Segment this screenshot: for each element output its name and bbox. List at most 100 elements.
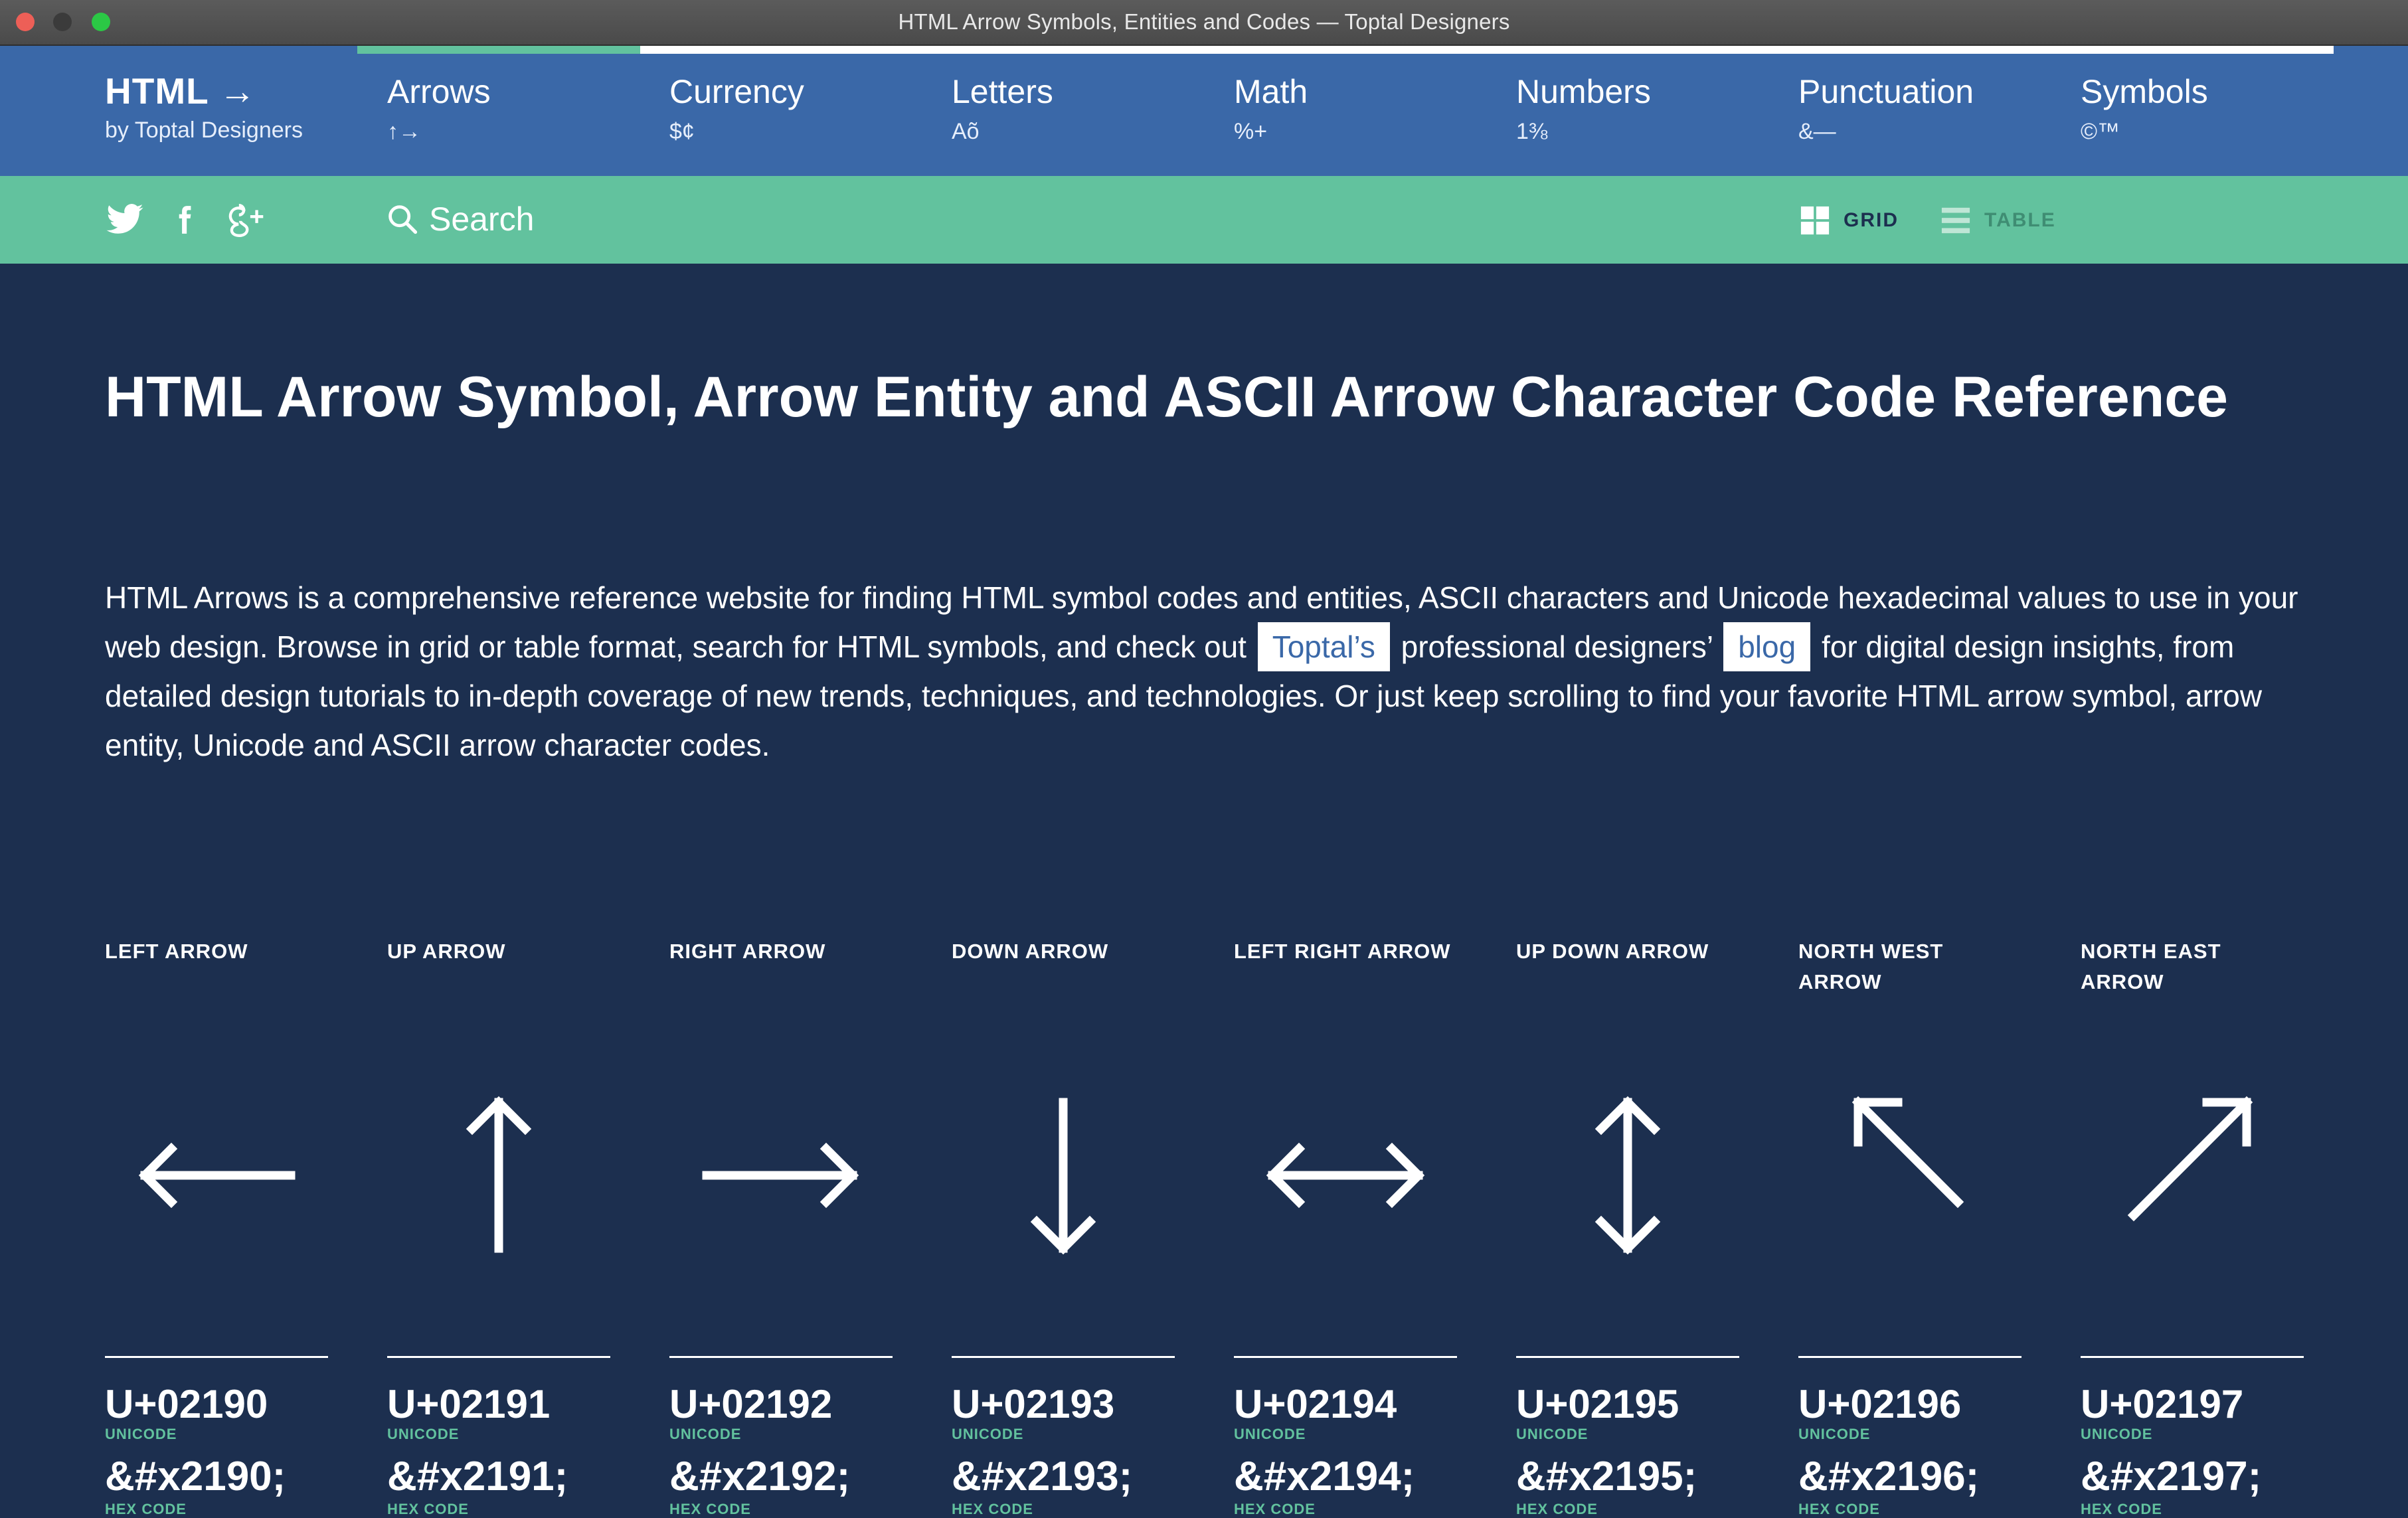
hex-code-value[interactable]: &#x2190; — [105, 1453, 286, 1500]
nav-item-label: Letters — [952, 73, 1053, 110]
unicode-value[interactable]: U+02197 — [2081, 1381, 2243, 1427]
nav-item-numbers[interactable]: Numbers 1⅜ — [1516, 72, 1651, 145]
window-titlebar: HTML Arrow Symbols, Entities and Codes —… — [0, 0, 2408, 46]
north-east-arrow-icon — [2127, 1096, 2253, 1222]
left-arrow-icon — [138, 1142, 296, 1209]
hex-code-value[interactable]: &#x2193; — [952, 1453, 1132, 1500]
hex-code-label: HEX CODE — [387, 1501, 469, 1517]
arrow-name: UP ARROW — [387, 940, 506, 963]
unicode-label: UNICODE — [1516, 1426, 1589, 1442]
nav-item-punctuation[interactable]: Punctuation &— — [1798, 72, 1974, 145]
up-arrow-icon — [466, 1096, 532, 1253]
nav-item-currency[interactable]: Currency $¢ — [669, 72, 804, 145]
nav-item-symbols[interactable]: Symbols ©™ — [2081, 72, 2208, 145]
arrow-card-left-right[interactable]: LEFT RIGHT ARROW U+02194 UNICODE &#x2194… — [1234, 936, 1457, 1517]
arrow-card-down[interactable]: DOWN ARROW U+02193 UNICODE &#x2193; HEX … — [952, 936, 1175, 1517]
table-icon — [1941, 207, 1970, 234]
up-down-arrow-icon — [1594, 1096, 1661, 1255]
arrow-card-right[interactable]: RIGHT ARROW U+02192 UNICODE &#x2192; HEX… — [669, 936, 893, 1517]
hex-code-label: HEX CODE — [1798, 1501, 1880, 1517]
view-table-button[interactable]: TABLE — [1940, 205, 2056, 236]
unicode-label: UNICODE — [669, 1426, 742, 1442]
left-right-arrow-icon — [1266, 1142, 1425, 1209]
card-divider — [1516, 1356, 1739, 1358]
facebook-icon[interactable] — [167, 199, 201, 241]
arrow-card-north-west[interactable]: NORTH WEST ARROW U+02196 UNICODE &#x2196… — [1798, 936, 2021, 1517]
unicode-value[interactable]: U+02193 — [952, 1381, 1114, 1427]
hex-code-label: HEX CODE — [1234, 1501, 1316, 1517]
hex-code-value[interactable]: &#x2195; — [1516, 1453, 1697, 1500]
blog-link[interactable]: blog — [1723, 622, 1811, 671]
arrow-card-north-east[interactable]: NORTH EAST ARROW U+02197 UNICODE &#x2197… — [2081, 936, 2304, 1517]
arrow-name: DOWN ARROW — [952, 940, 1109, 963]
hex-code-label: HEX CODE — [105, 1501, 187, 1517]
hex-code-value[interactable]: &#x2197; — [2081, 1453, 2261, 1500]
nav-item-arrows[interactable]: Arrows ↑→ — [387, 72, 491, 145]
nav-item-sample: ↑→ — [387, 119, 421, 144]
toolbar: Search GRID TABLE — [0, 176, 2408, 264]
nav-progress-track — [357, 46, 2334, 54]
down-arrow-icon — [1030, 1098, 1096, 1255]
arrow-name: LEFT RIGHT ARROW — [1234, 940, 1451, 963]
nav-item-label: Currency — [669, 73, 804, 110]
brand-title: HTML → — [105, 70, 257, 112]
card-divider — [952, 1356, 1175, 1358]
hex-code-value[interactable]: &#x2191; — [387, 1453, 568, 1500]
arrow-name: NORTH EAST ARROW — [2081, 940, 2221, 993]
grid-icon — [1800, 206, 1830, 235]
search-icon — [388, 205, 418, 234]
unicode-value[interactable]: U+02196 — [1798, 1381, 1961, 1427]
nav-item-sample: Aõ — [952, 119, 980, 144]
brand-subtitle: by Toptal Designers — [105, 118, 303, 143]
hex-code-value[interactable]: &#x2194; — [1234, 1453, 1415, 1500]
arrow-name: LEFT ARROW — [105, 940, 248, 963]
view-table-label: TABLE — [1984, 209, 2056, 231]
card-divider — [105, 1356, 328, 1358]
twitter-icon[interactable] — [105, 199, 145, 241]
arrow-name: RIGHT ARROW — [669, 940, 826, 963]
nav-item-sample: ©™ — [2081, 119, 2120, 144]
unicode-value[interactable]: U+02191 — [387, 1381, 550, 1427]
card-divider — [1234, 1356, 1457, 1358]
nav-item-label: Arrows — [387, 73, 491, 110]
unicode-label: UNICODE — [387, 1426, 460, 1442]
nav-item-label: Punctuation — [1798, 73, 1974, 110]
north-west-arrow-icon — [1851, 1096, 1964, 1209]
nav-item-sample: %+ — [1234, 119, 1268, 144]
nav-item-sample: &— — [1798, 119, 1836, 144]
unicode-label: UNICODE — [952, 1426, 1024, 1442]
unicode-value[interactable]: U+02194 — [1234, 1381, 1397, 1427]
window-title: HTML Arrow Symbols, Entities and Codes —… — [898, 9, 1510, 34]
nav-item-sample: $¢ — [669, 119, 695, 144]
arrow-card-up[interactable]: UP ARROW U+02191 UNICODE &#x2191; HEX CO… — [387, 936, 610, 1517]
unicode-value[interactable]: U+02190 — [105, 1381, 268, 1427]
arrow-card-up-down[interactable]: UP DOWN ARROW U+02195 UNICODE &#x2195; H… — [1516, 936, 1739, 1517]
hex-code-label: HEX CODE — [1516, 1501, 1598, 1517]
hex-code-label: HEX CODE — [669, 1501, 751, 1517]
nav-item-letters[interactable]: Letters Aõ — [952, 72, 1053, 145]
arrow-name: NORTH WEST ARROW — [1798, 940, 1944, 993]
intro-paragraph: HTML Arrows is a comprehensive reference… — [105, 573, 2310, 770]
search[interactable]: Search — [385, 196, 534, 242]
unicode-label: UNICODE — [1798, 1426, 1871, 1442]
top-nav: HTML → by Toptal Designers Arrows ↑→ Cur… — [0, 46, 2408, 176]
view-grid-button[interactable]: GRID — [1800, 205, 1899, 236]
card-divider — [2081, 1356, 2304, 1358]
toptal-link[interactable]: Toptal’s — [1257, 622, 1390, 671]
nav-item-math[interactable]: Math %+ — [1234, 72, 1308, 145]
hex-code-label: HEX CODE — [2081, 1501, 2162, 1517]
hex-code-value[interactable]: &#x2196; — [1798, 1453, 1979, 1500]
arrow-name: UP DOWN ARROW — [1516, 940, 1709, 963]
hex-code-value[interactable]: &#x2192; — [669, 1453, 850, 1500]
intro-text: professional designers’ — [1401, 630, 1713, 664]
unicode-value[interactable]: U+02192 — [669, 1381, 832, 1427]
view-grid-label: GRID — [1844, 209, 1899, 231]
arrow-card-left[interactable]: LEFT ARROW U+02190 UNICODE &#x2190; HEX … — [105, 936, 328, 1517]
card-divider — [669, 1356, 893, 1358]
brand-logo[interactable]: HTML → by Toptal Designers — [105, 70, 303, 143]
page-title: HTML Arrow Symbol, Arrow Entity and ASCI… — [105, 365, 2228, 429]
nav-item-sample: 1⅜ — [1516, 119, 1548, 144]
nav-item-label: Math — [1234, 73, 1308, 110]
unicode-value[interactable]: U+02195 — [1516, 1381, 1679, 1427]
google-plus-icon[interactable] — [224, 199, 270, 241]
